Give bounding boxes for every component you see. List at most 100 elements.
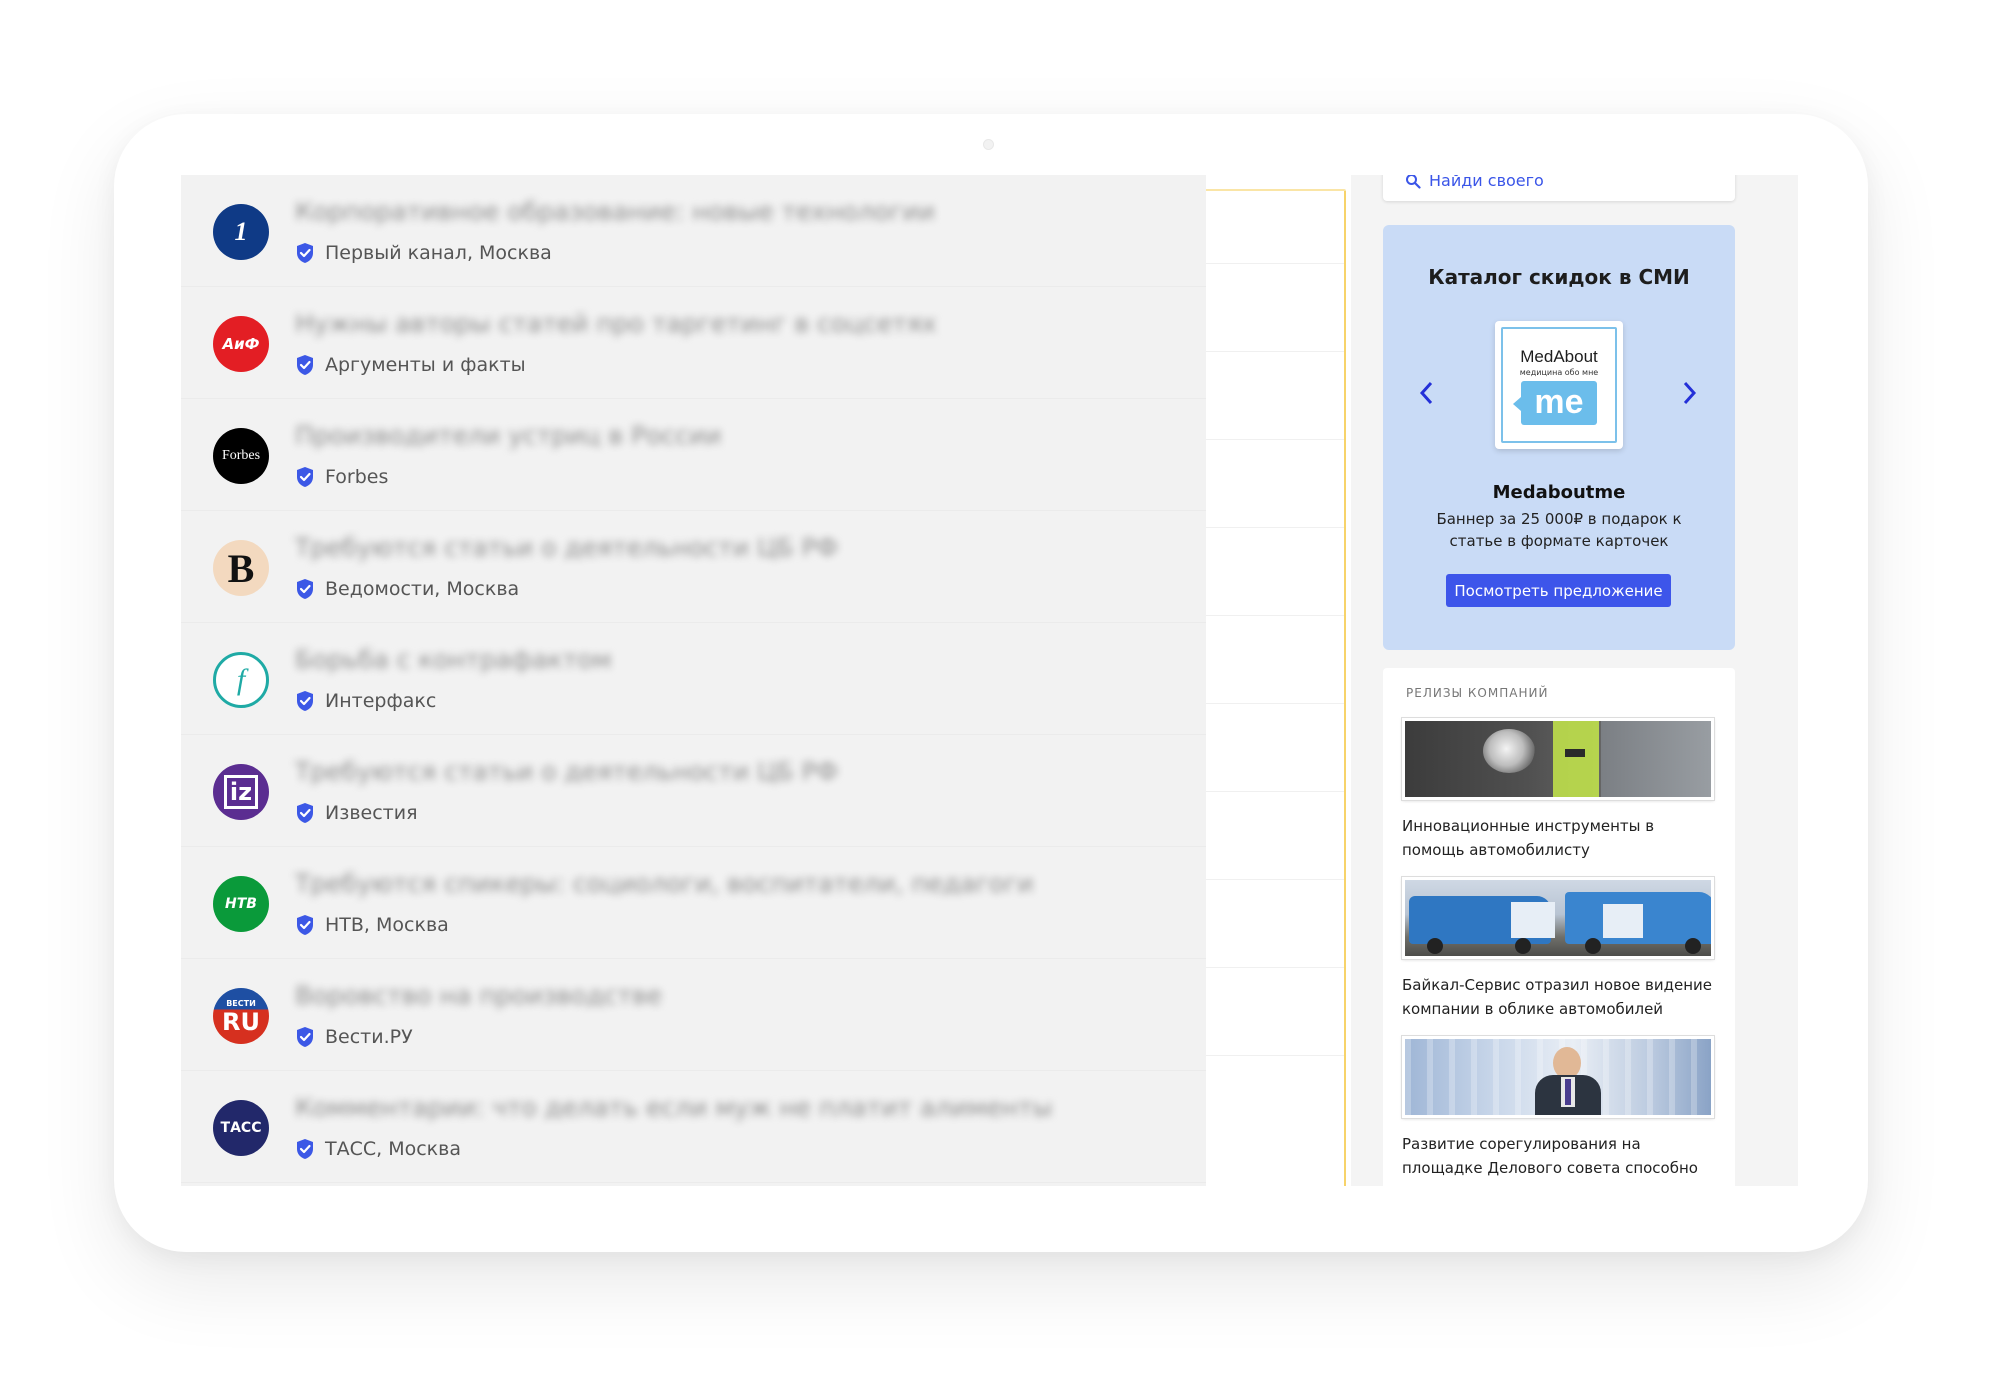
divider (1206, 439, 1344, 440)
feed-item-title: Требуются статьи о деятельности ЦБ РФ (295, 757, 839, 786)
feed-item[interactable]: f Борьба с контрафактом Интерфакс (181, 623, 1206, 735)
logo-tagline: медицина обо мне (1519, 368, 1599, 377)
feed-item[interactable]: iz Требуются статьи о деятельности ЦБ РФ И… (181, 735, 1206, 847)
logo-text: ТАСС (220, 1120, 262, 1136)
feed-item-title: Требуются статьи о деятельности ЦБ РФ (295, 533, 839, 562)
feed-item-title: Нужны авторы статей про таргетинг в соцс… (295, 309, 937, 338)
medaboutme-logo: MedAbout медицина обо мне me (1501, 327, 1617, 443)
izvestia-logo-icon: iz (213, 764, 269, 820)
discount-catalog-card: Каталог скидок в СМИ MedAbout медицина о… (1383, 225, 1735, 650)
feed-item-title: Корпоративное образование: новые техноло… (295, 197, 935, 226)
release-title: Байкал-Сервис отразил новое видение комп… (1402, 976, 1712, 1018)
divider (1206, 879, 1344, 880)
vesti-logo-icon: ВЕСТИ RU (213, 988, 269, 1044)
feed-item-source: НТВ, Москва (295, 914, 449, 936)
medaboutme-logo-card[interactable]: MedAbout медицина обо мне me (1495, 321, 1623, 449)
feed-list: 1 Корпоративное образование: новые технол… (181, 175, 1206, 1186)
feed-item-source: Аргументы и факты (295, 354, 526, 376)
channel-one-logo-icon: 1 (213, 204, 269, 260)
forbes-logo-icon: Forbes (213, 428, 269, 484)
verified-badge-icon (297, 1027, 313, 1047)
divider (1206, 615, 1344, 616)
feed-item-title: Требуются спикеры: социологи, воспитател… (295, 869, 1034, 898)
feed-item-source-label: Первый канал, Москва (325, 242, 552, 264)
promo-description: Баннер за 25 000₽ в подарок к статье в ф… (1436, 510, 1682, 550)
chevron-left-icon (1419, 381, 1433, 405)
promo-heading: Каталог скидок в СМИ (1428, 265, 1690, 289)
logo-text: iz (223, 775, 259, 809)
logo-text: Forbes (221, 448, 261, 463)
ntv-logo-icon: НТВ (213, 876, 269, 932)
view-offer-button[interactable]: Посмотреть предложение (1446, 574, 1671, 607)
feed-item-source: Первый канал, Москва (295, 242, 552, 264)
camera-dot (983, 139, 994, 150)
feed-item-source-label: Известия (325, 802, 418, 824)
feed-item-source-label: Ведомости, Москва (325, 578, 520, 600)
feed-item-source: ТАСС, Москва (295, 1138, 461, 1160)
divider (1206, 967, 1344, 968)
logo-text: 1 (234, 217, 248, 246)
carousel-next-button[interactable] (1679, 378, 1701, 408)
feed-item[interactable]: ВЕСТИ RU Воровство на производстве Вести.РУ (181, 959, 1206, 1071)
verified-badge-icon (297, 915, 313, 935)
aif-logo-icon: АиФ (213, 316, 269, 372)
interfax-logo-icon: f (213, 652, 269, 708)
feed-item-title: Борьба с контрафактом (295, 645, 612, 674)
carousel-prev-button[interactable] (1415, 378, 1437, 408)
feed-item-source: Интерфакс (295, 690, 436, 712)
verified-badge-icon (297, 1139, 313, 1159)
accent-line (1344, 191, 1346, 1186)
feed-item-source: Ведомости, Москва (295, 578, 519, 600)
logo-text: АиФ (222, 335, 260, 353)
verified-badge-icon (297, 243, 313, 263)
divider (1206, 351, 1344, 352)
company-releases: РЕЛИЗЫ КОМПАНИЙ Инновационные инструмент… (1383, 668, 1735, 1186)
divider-area (1206, 175, 1351, 1186)
feed-item[interactable]: 1 Корпоративное образование: новые технол… (181, 175, 1206, 287)
release-item[interactable]: Развитие сорегулирования на площадке Дел… (1401, 1035, 1718, 1186)
release-title: Развитие сорегулирования на площадке Дел… (1402, 1135, 1698, 1186)
divider (1206, 527, 1344, 528)
logo-text: НТВ (225, 896, 257, 912)
feed-item-title: Комментарии: что делать если муж не плат… (295, 1093, 1053, 1122)
release-item[interactable]: Байкал-Сервис отразил новое видение комп… (1401, 876, 1718, 1021)
feed-item[interactable]: НТВ Требуются спикеры: социологи, воспита… (181, 847, 1206, 959)
divider (1206, 791, 1344, 792)
verified-badge-icon (297, 691, 313, 711)
releases-label: РЕЛИЗЫ КОМПАНИЙ (1406, 686, 1549, 700)
logo-text: f (236, 663, 246, 696)
feed-item[interactable]: B Требуются статьи о деятельности ЦБ РФ Ве… (181, 511, 1206, 623)
release-image-speaker (1401, 1035, 1715, 1119)
release-title: Инновационные инструменты в помощь автом… (1402, 817, 1655, 859)
search-card: Найди своего (1383, 175, 1735, 201)
feed-item[interactable]: ТАСС Комментарии: что делать если муж не … (181, 1071, 1206, 1183)
divider (1206, 703, 1344, 704)
right-sidebar: Найди своего Каталог скидок в СМИ MedAbo… (1351, 175, 1798, 1186)
screen: 1 Корпоративное образование: новые технол… (181, 175, 1798, 1186)
logo-text: RU (222, 1008, 260, 1036)
verified-badge-icon (297, 467, 313, 487)
feed-item-source: Известия (295, 802, 418, 824)
promo-name: Medaboutme (1492, 482, 1626, 503)
accent-line (1206, 189, 1346, 191)
feed-item-title: Производители устриц в России (295, 421, 722, 450)
chevron-right-icon (1683, 381, 1697, 405)
find-link[interactable]: Найди своего (1405, 175, 1544, 190)
feed-item-source-label: Вести.РУ (325, 1026, 413, 1048)
divider (1206, 263, 1344, 264)
logo-brand-text: MedAbout (1520, 347, 1598, 366)
feed-item-source-label: Forbes (325, 466, 389, 488)
release-image-vans (1401, 876, 1715, 960)
feed-item[interactable]: АиФ Нужны авторы статей про таргетинг в с… (181, 287, 1206, 399)
vedomosti-logo-icon: B (213, 540, 269, 596)
logo-mark: me (1513, 381, 1597, 425)
find-link-label: Найди своего (1429, 175, 1544, 190)
release-image-flashlight (1401, 717, 1715, 801)
feed-item-source: Вести.РУ (295, 1026, 413, 1048)
release-item[interactable]: Инновационные инструменты в помощь автом… (1401, 717, 1718, 862)
logo-text: B (227, 545, 255, 591)
feed-item-source-label: НТВ, Москва (325, 914, 449, 936)
feed-item-source-label: ТАСС, Москва (325, 1138, 461, 1160)
feed-item[interactable]: Forbes Производители устриц в России Forbe… (181, 399, 1206, 511)
feed-item-source-label: Аргументы и факты (325, 354, 526, 376)
